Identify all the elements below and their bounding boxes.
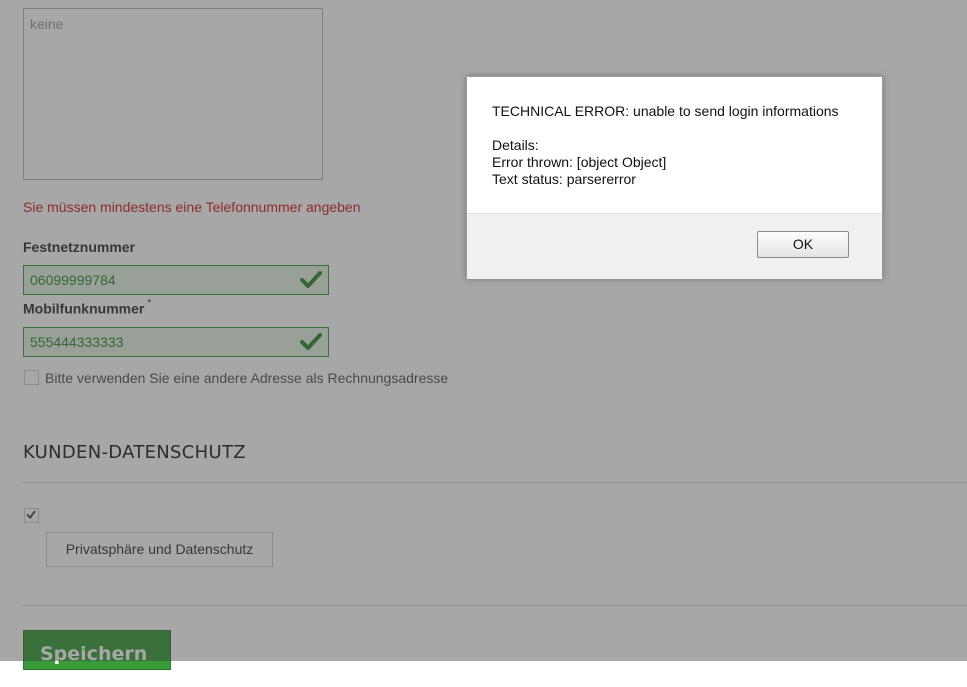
- ok-button[interactable]: OK: [757, 231, 849, 258]
- chevron-right-icon: ›: [46, 665, 54, 687]
- dialog-footer: OK: [467, 213, 882, 279]
- dialog-spacer: [492, 120, 857, 137]
- dialog-error-title: TECHNICAL ERROR: unable to send login in…: [492, 103, 839, 119]
- dialog-message: TECHNICAL ERROR: unable to send login in…: [467, 77, 882, 213]
- error-dialog: TECHNICAL ERROR: unable to send login in…: [466, 76, 883, 279]
- dialog-text-status: Text status: parsererror: [492, 171, 636, 187]
- dialog-error-thrown: Error thrown: [object Object]: [492, 154, 667, 170]
- dialog-details-label: Details:: [492, 137, 539, 153]
